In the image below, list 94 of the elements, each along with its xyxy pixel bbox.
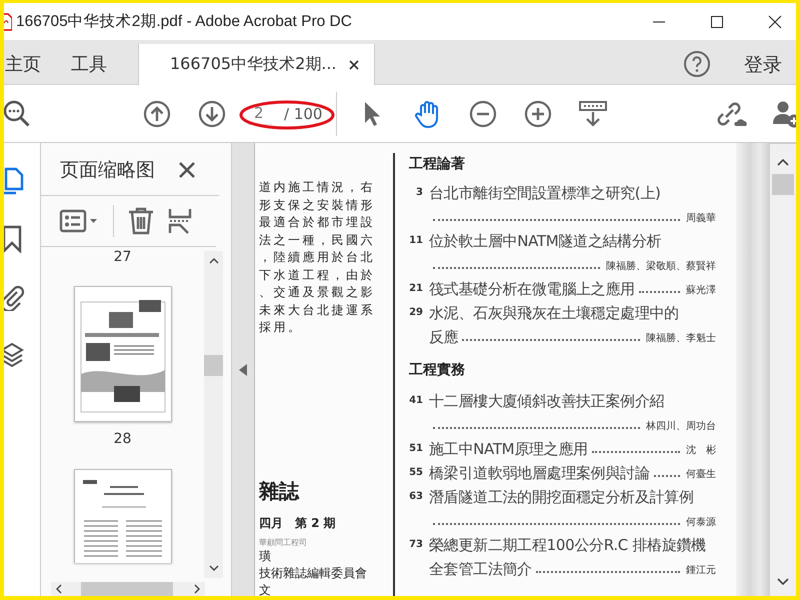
credit-line: 璜 <box>259 548 272 564</box>
article-title: 台北市離街空間設置標準之研究(上) <box>429 183 661 204</box>
layers-icon[interactable] <box>4 341 24 369</box>
add-user-icon[interactable] <box>772 100 796 128</box>
page-number: 29 <box>409 306 423 320</box>
author-name: 沈 彬 <box>686 444 716 458</box>
tab[interactable]: 主页 <box>4 44 56 84</box>
pages-icon[interactable] <box>4 167 24 195</box>
vertical-scrollbar[interactable] <box>204 251 223 578</box>
scroll-mode-icon[interactable] <box>579 100 607 128</box>
author-name: 何臺生 <box>686 468 716 482</box>
credit-line: 技術雜誌編輯委員會 <box>259 564 368 582</box>
arrow-down-icon[interactable] <box>198 100 226 128</box>
panel-title: 页面缩略图 <box>60 158 155 183</box>
page-number: 3 <box>415 186 423 200</box>
pdf-file-icon <box>4 12 12 30</box>
page-number-field[interactable]: 2 <box>248 102 272 125</box>
collapse-panel-icon[interactable] <box>239 364 247 376</box>
scroll-up-icon[interactable] <box>208 257 218 265</box>
horizontal-scrollbar[interactable] <box>51 582 205 596</box>
page-number: 11 <box>409 234 423 248</box>
body-text-line: 道内施工情況，右 <box>259 179 376 196</box>
paperclip-icon[interactable] <box>4 283 24 311</box>
help-icon[interactable] <box>683 50 711 78</box>
trash-icon[interactable] <box>128 207 154 235</box>
scroll-down-icon[interactable] <box>777 578 789 586</box>
magazine-title: 雜誌 <box>259 478 300 504</box>
issue-date: 四月 第 2 期 <box>259 514 337 532</box>
page-thumbnail[interactable] <box>74 469 172 563</box>
extract-pages-icon[interactable] <box>168 207 192 235</box>
bookmark-icon[interactable] <box>4 225 24 253</box>
publisher-name: 華顧問工程司 <box>259 536 308 548</box>
scroll-thumb[interactable] <box>772 174 794 195</box>
credit-line: 文 <box>259 582 272 596</box>
article-title: 潛盾隧道工法的開挖面穩定分析及計算例 <box>429 487 694 508</box>
tab[interactable]: 166705中华技术2期... <box>138 44 375 85</box>
page-number: 51 <box>409 442 423 456</box>
body-text-line: 法之一種，民國六 <box>259 232 376 248</box>
tab[interactable]: 工具 <box>56 44 122 84</box>
article-title: 十二層樓大廈傾斜改善扶正案例介紹 <box>429 391 664 412</box>
zoom-in-icon[interactable] <box>524 100 552 128</box>
section-heading: 工程實務 <box>409 361 466 379</box>
search-icon[interactable] <box>4 98 32 128</box>
page-number: 73 <box>409 538 423 552</box>
window-title: 166705中华技术2期.pdf - Adobe Acrobat Pro DC <box>16 12 352 32</box>
article-title: 水泥、石灰與飛灰在土壤穩定處理中的 <box>429 303 679 324</box>
page-number: 41 <box>409 394 423 408</box>
page-number-label: 27 <box>114 249 132 265</box>
scroll-left-icon[interactable] <box>55 584 63 594</box>
author-name: 陳福勝、梁敬順、蔡賢祥 <box>606 260 716 274</box>
author-name: 鍾江元 <box>686 564 716 578</box>
section-heading: 工程論著 <box>409 155 466 173</box>
body-text-line: ，陸續應用於台北 <box>259 249 376 266</box>
page-number-label: 28 <box>114 431 132 447</box>
article-title: 榮總更新二期工程100公分R.C 排樁旋鑽機 <box>429 535 706 556</box>
close-icon[interactable] <box>179 162 195 178</box>
sign-in-link[interactable]: 登录 <box>744 52 782 78</box>
dotted-leader <box>654 475 680 477</box>
article-title: 橋梁引道軟弱地層處理案例與討論 <box>429 463 650 484</box>
zoom-out-icon[interactable] <box>469 100 497 128</box>
article-title: 全套管工法簡介 <box>429 559 532 580</box>
page-number: 21 <box>409 282 423 296</box>
body-text-line: 未來大台北捷運系 <box>259 302 376 318</box>
page-number: 63 <box>409 490 423 504</box>
body-text-line: 最適合於都市埋設 <box>259 214 376 231</box>
thumbnail-options-icon[interactable] <box>59 209 99 233</box>
scroll-right-icon[interactable] <box>193 584 201 594</box>
close-icon[interactable] <box>348 60 359 70</box>
article-title: 筏式基礎分析在微電腦上之應用 <box>429 279 635 300</box>
maximize-icon[interactable] <box>710 14 724 28</box>
body-text-line: 、交通及景觀之影 <box>259 284 376 301</box>
article-title: 反應 <box>429 327 458 348</box>
article-title: 施工中NATM原理之應用 <box>429 439 588 460</box>
author-name: 林四川、周功台 <box>646 420 716 434</box>
author-name: 陳福勝、李魁士 <box>646 332 716 346</box>
author-name: 周義華 <box>686 212 716 226</box>
link-cloud-icon[interactable] <box>716 100 748 128</box>
author-name: 蘇光澤 <box>686 284 716 298</box>
body-text-line: 下水道工程，由於 <box>259 266 376 284</box>
scroll-down-icon[interactable] <box>208 564 218 572</box>
close-icon[interactable] <box>768 14 782 28</box>
author-name: 何泰源 <box>686 516 716 530</box>
page-number: 55 <box>409 466 423 480</box>
page-count: / 100 <box>284 104 322 122</box>
scroll-thumb[interactable] <box>81 582 173 596</box>
article-title: 位於軟土層中NATM隧道之結構分析 <box>429 231 662 252</box>
vertical-scrollbar[interactable] <box>770 143 796 596</box>
body-text-line: 形支保之安裝情形 <box>259 196 376 214</box>
arrow-up-icon[interactable] <box>143 100 171 128</box>
scroll-thumb[interactable] <box>204 355 223 376</box>
body-text-line: 採用。 <box>259 319 304 336</box>
page-thumbnail[interactable] <box>74 286 172 422</box>
dotted-leader <box>638 291 680 293</box>
scroll-up-icon[interactable] <box>777 158 789 166</box>
